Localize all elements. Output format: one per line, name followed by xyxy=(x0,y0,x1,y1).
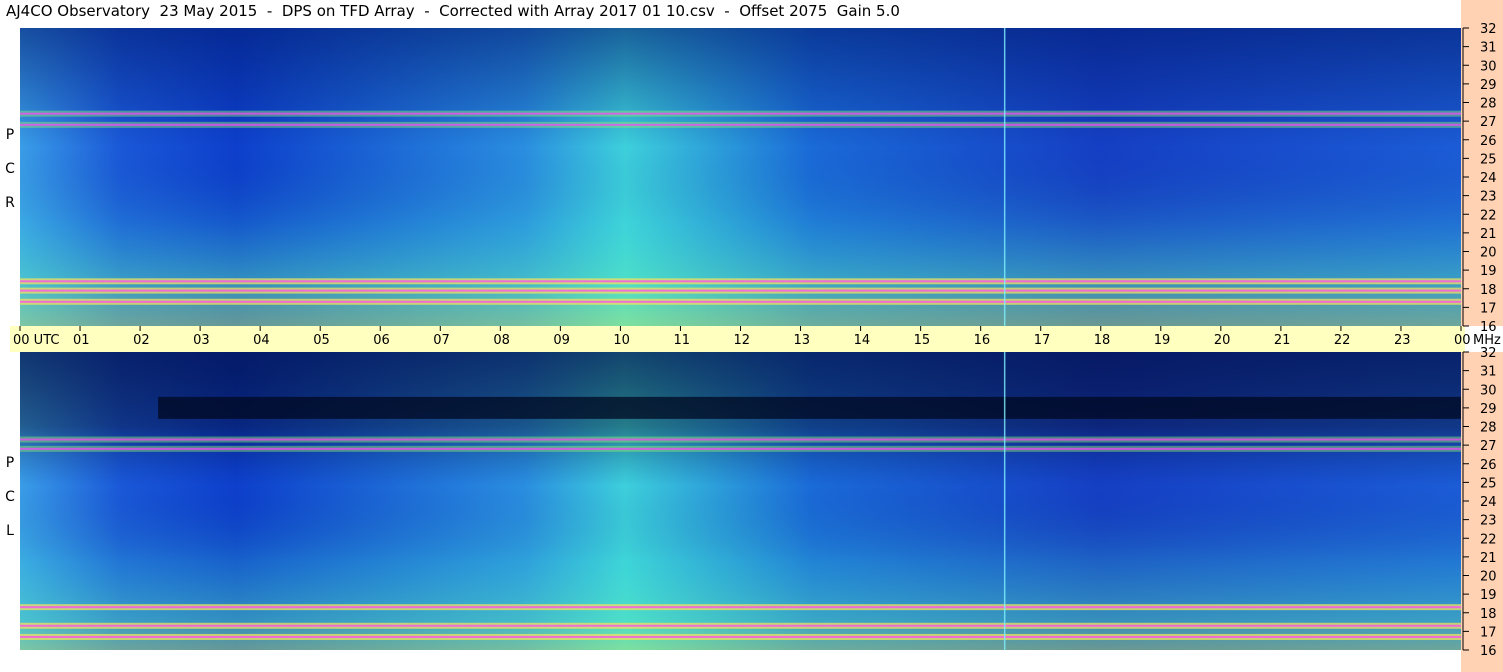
lcp-band-line-3 xyxy=(20,447,1461,450)
rcp-band-line-4 xyxy=(20,112,1461,115)
rcp-y-tick-label-12: 20 xyxy=(1480,246,1497,261)
rcp-panel-label: P C R xyxy=(2,118,18,220)
x-tick-label-10: 10 xyxy=(613,333,630,348)
rcp-y-tick-label-14: 18 xyxy=(1480,283,1497,298)
lcp-band-line-0 xyxy=(20,635,1461,638)
x-tick-label-19: 19 xyxy=(1154,333,1171,348)
x-tick-label-14: 14 xyxy=(854,333,871,348)
lcp-y-tick-label-14: 18 xyxy=(1480,607,1497,622)
rcp-y-tick-label-15: 17 xyxy=(1480,301,1497,316)
rcp-y-tick-label-8: 24 xyxy=(1480,171,1497,186)
lcp-panel xyxy=(20,352,1462,650)
lcp-y-tick-label-15: 17 xyxy=(1480,625,1497,640)
x-tick-label-16: 16 xyxy=(974,333,991,348)
lcp-dark-band xyxy=(158,396,1462,419)
lcp-y-tick-label-10: 22 xyxy=(1480,532,1497,547)
lcp-y-tick-label-16: 16 xyxy=(1480,644,1497,659)
rcp-y-tick-label-0: 32 xyxy=(1480,22,1497,37)
lcp-band-line-2 xyxy=(20,606,1461,609)
rcp-y-tick-label-1: 31 xyxy=(1480,41,1497,56)
lcp-y-tick-label-2: 30 xyxy=(1480,383,1497,398)
lcp-y-tick-label-9: 23 xyxy=(1480,514,1497,529)
rcp-y-tick-label-5: 27 xyxy=(1480,115,1497,130)
freq-axis-band-lcp xyxy=(1461,352,1503,672)
x-tick-label-1: 01 xyxy=(73,333,90,348)
x-tick-label-24: 00 xyxy=(1454,333,1471,348)
rcp-label-letter-3: R xyxy=(5,195,15,211)
rcp-y-tick-label-13: 19 xyxy=(1480,264,1497,279)
x-tick-label-23: 23 xyxy=(1394,333,1411,348)
rcp-band-line-2 xyxy=(20,280,1461,283)
rcp-label-letter-2: C xyxy=(5,161,15,177)
x-tick-label-20: 20 xyxy=(1214,333,1231,348)
lcp-panel-label: P C L xyxy=(2,446,18,548)
x-tick-label-22: 22 xyxy=(1334,333,1351,348)
rcp-band-line-0 xyxy=(20,300,1461,303)
x-tick-label-8: 08 xyxy=(493,333,510,348)
rcp-y-tick-label-6: 26 xyxy=(1480,134,1497,149)
spectrogram-figure: 00 UTC 01 02 03 04 05 06 07 08 09 10 11 12 13 14 15 16 17… xyxy=(10,0,1503,672)
rcp-panel xyxy=(20,28,1461,326)
x-tick-label-12: 12 xyxy=(734,333,751,348)
x-tick-label-7: 07 xyxy=(433,333,450,348)
lcp-y-tick-label-6: 26 xyxy=(1480,458,1497,473)
lcp-y-tick-label-1: 31 xyxy=(1480,365,1497,380)
lcp-y-tick-label-7: 25 xyxy=(1480,476,1497,491)
x-tick-label-21: 21 xyxy=(1274,333,1291,348)
rcp-y-tick-label-10: 22 xyxy=(1480,208,1497,223)
x-tick-label-5: 05 xyxy=(313,333,330,348)
lcp-band-line-1 xyxy=(20,624,1461,627)
x-tick-label-18: 18 xyxy=(1094,333,1111,348)
rcp-band-line-3 xyxy=(20,123,1461,126)
lcp-y-tick-label-4: 28 xyxy=(1480,421,1497,436)
lcp-label-letter-2: C xyxy=(5,489,15,505)
rcp-y-tick-label-9: 23 xyxy=(1480,190,1497,205)
rcp-y-tick-label-7: 25 xyxy=(1480,152,1497,167)
lcp-label-letter-1: P xyxy=(5,455,15,471)
x-tick-label-9: 09 xyxy=(553,333,570,348)
rcp-band-line-1 xyxy=(20,289,1461,292)
lcp-y-tick-label-3: 29 xyxy=(1480,402,1497,417)
rcp-y-tick-label-11: 21 xyxy=(1480,227,1497,242)
lcp-y-tick-label-8: 24 xyxy=(1480,495,1497,510)
lcp-y-tick-label-12: 20 xyxy=(1480,570,1497,585)
rcp-label-letter-1: P xyxy=(5,127,15,143)
lcp-y-tick-label-11: 21 xyxy=(1480,551,1497,566)
rcp-y-tick-label-2: 30 xyxy=(1480,59,1497,74)
x-tick-label-0: 00 UTC xyxy=(13,333,59,348)
x-tick-label-11: 11 xyxy=(673,333,690,348)
lcp-y-tick-label-0: 32 xyxy=(1480,346,1497,361)
lcp-y-tick-label-13: 19 xyxy=(1480,588,1497,603)
lcp-band-line-4 xyxy=(20,438,1461,441)
x-tick-label-17: 17 xyxy=(1034,333,1051,348)
lcp-label-letter-3: L xyxy=(6,523,14,539)
x-tick-label-15: 15 xyxy=(914,333,931,348)
rcp-y-tick-label-3: 29 xyxy=(1480,78,1497,93)
rcp-y-tick-label-4: 28 xyxy=(1480,97,1497,112)
x-tick-label-4: 04 xyxy=(253,333,270,348)
rcp-y-tick-label-16: 16 xyxy=(1480,320,1497,335)
x-tick-label-3: 03 xyxy=(193,333,210,348)
lcp-y-tick-label-5: 27 xyxy=(1480,439,1497,454)
x-tick-label-6: 06 xyxy=(373,333,390,348)
x-tick-label-13: 13 xyxy=(794,333,811,348)
x-tick-label-2: 02 xyxy=(133,333,150,348)
